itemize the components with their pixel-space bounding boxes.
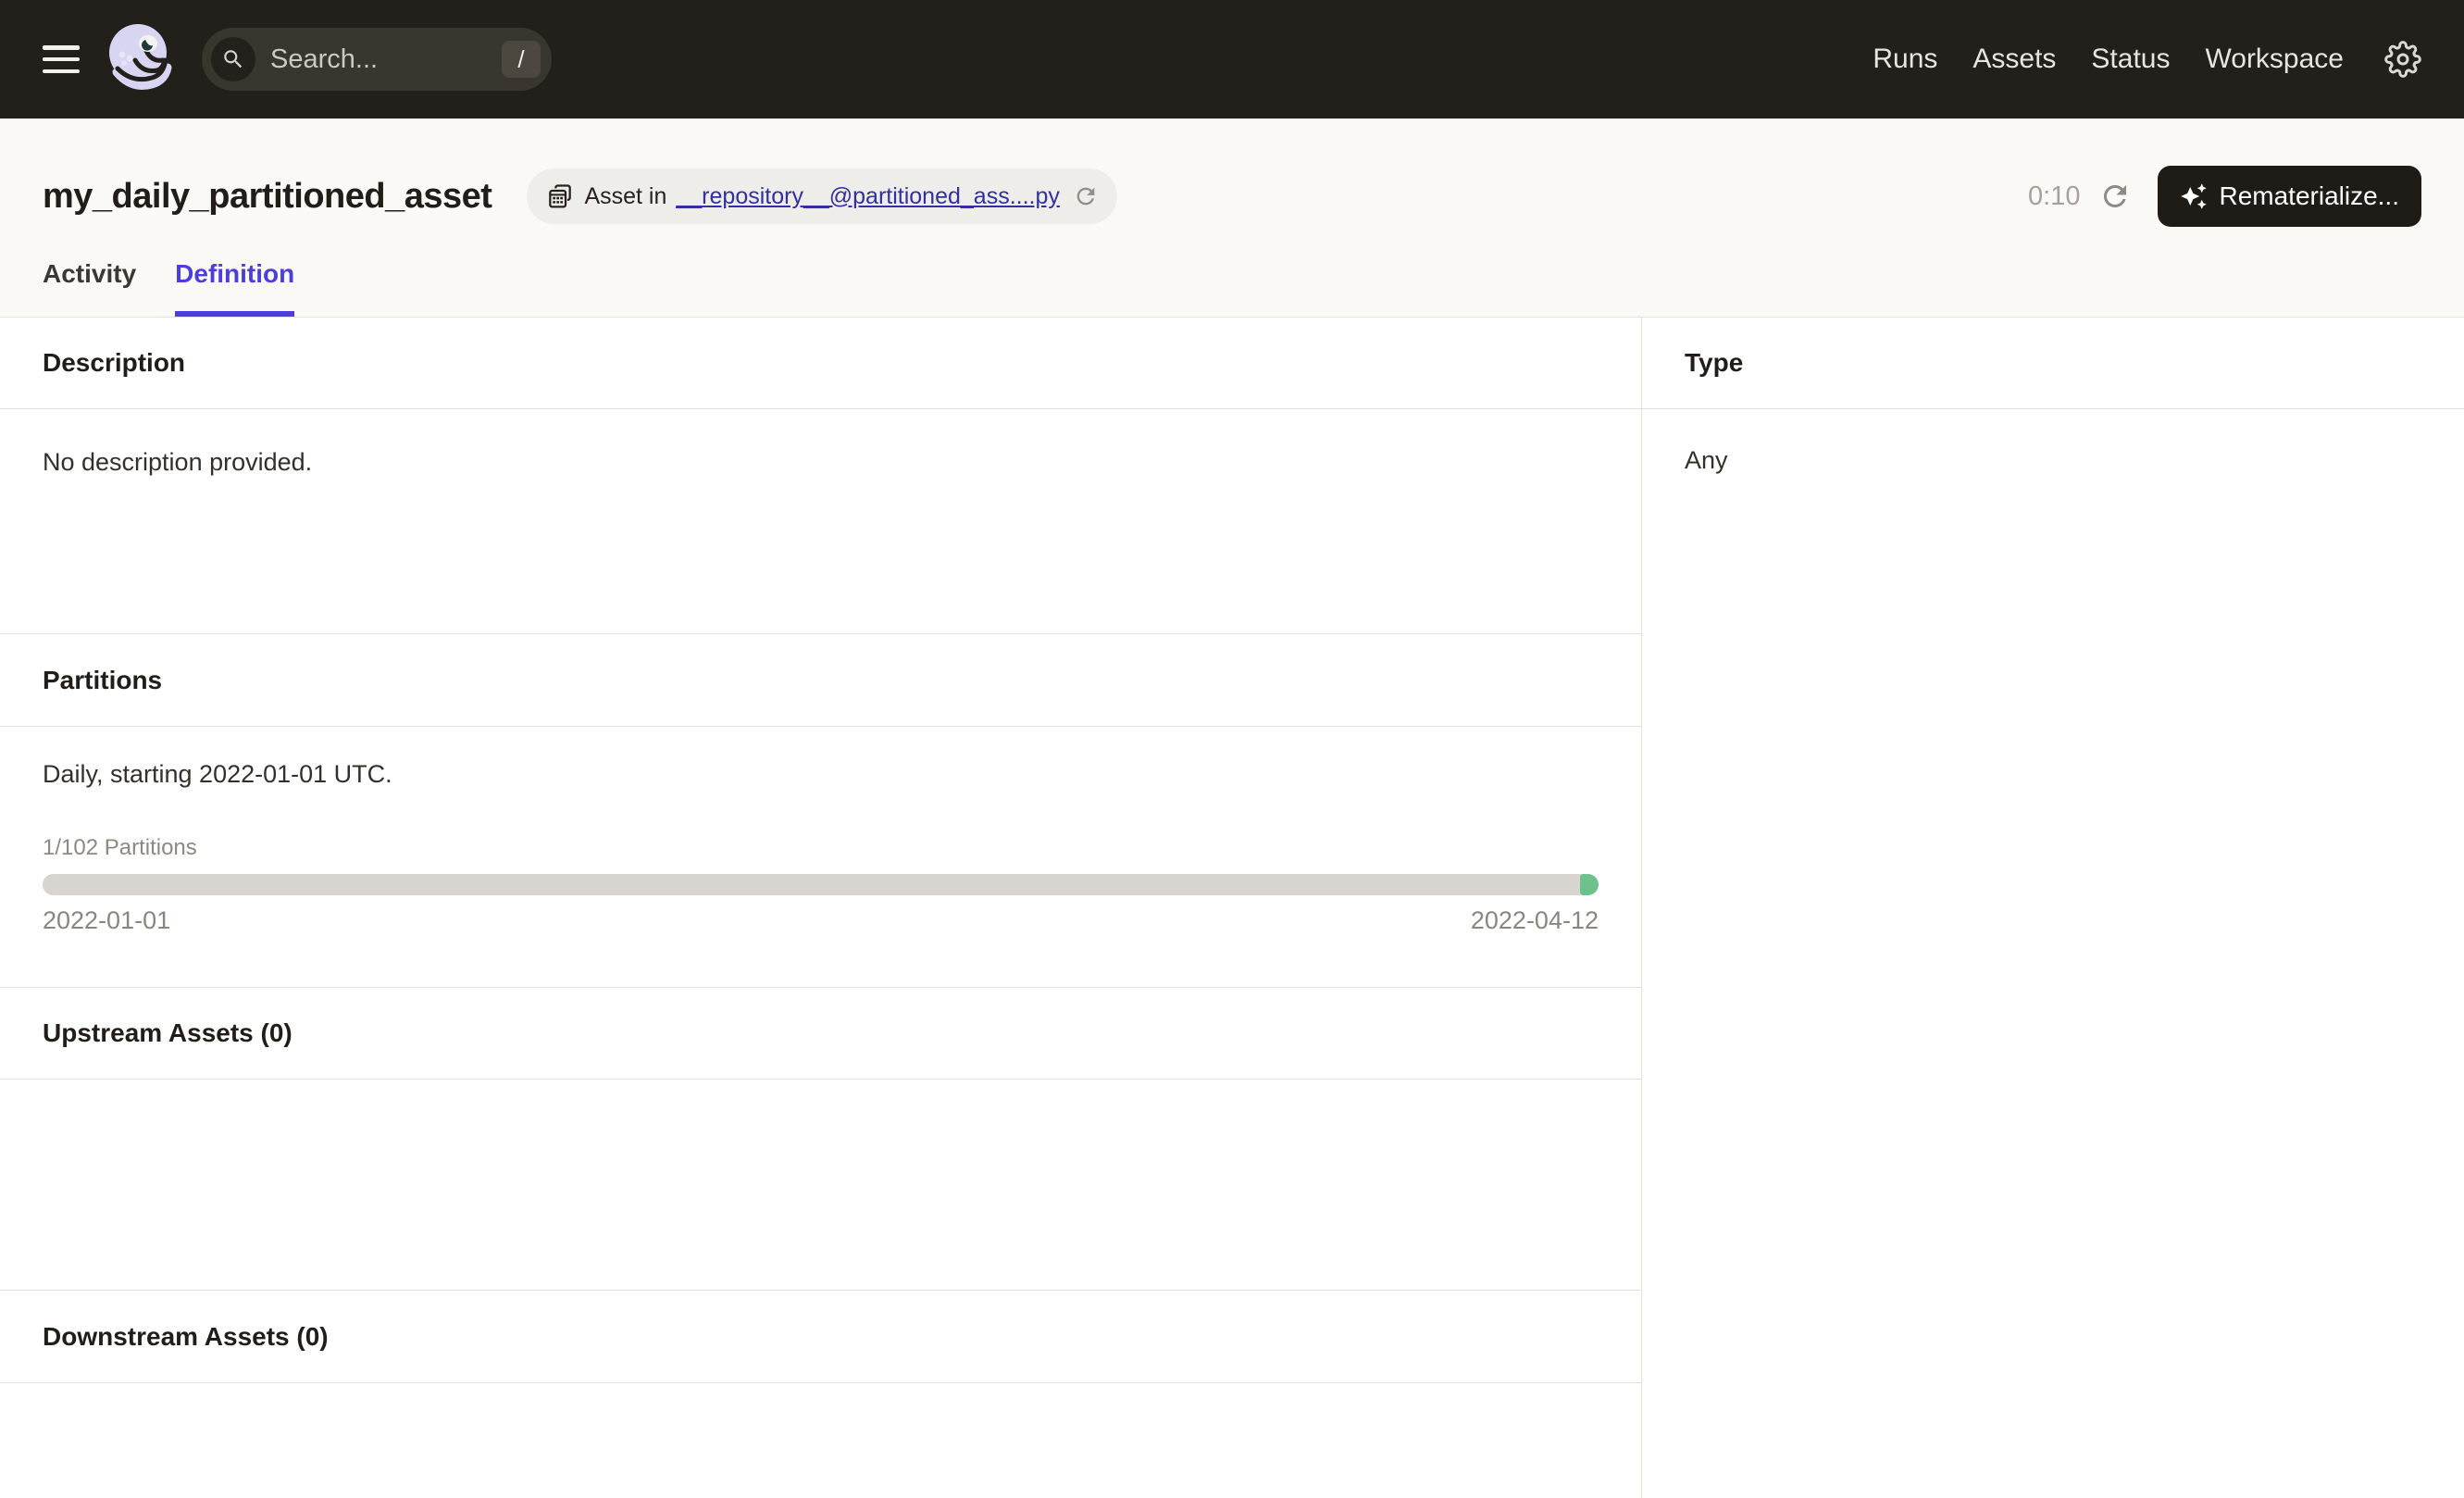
- sparkle-icon: [2180, 182, 2208, 210]
- partition-date-range: 2022-01-01 2022-04-12: [43, 906, 1599, 935]
- partition-schedule-text: Daily, starting 2022-01-01 UTC.: [43, 760, 1599, 789]
- partition-health-bar[interactable]: [43, 874, 1599, 895]
- rematerialize-button[interactable]: Rematerialize...: [2158, 166, 2421, 227]
- right-column: Type Any: [1642, 318, 2464, 1498]
- tab-bar: Activity Definition: [43, 259, 2421, 317]
- upstream-assets-section-header: Upstream Assets (0): [0, 988, 1641, 1080]
- partition-start-date: 2022-01-01: [43, 906, 170, 935]
- reload-repository-icon[interactable]: [1073, 183, 1099, 209]
- definition-content: Description No description provided. Par…: [0, 318, 2464, 1498]
- repository-icon: [545, 181, 575, 211]
- description-section-body: No description provided.: [0, 409, 1641, 634]
- asset-page-header: my_daily_partitioned_asset: [0, 119, 2464, 318]
- refresh-icon[interactable]: [2098, 180, 2132, 213]
- partition-progress-fill: [1580, 874, 1599, 895]
- upstream-assets-empty-body: [0, 1080, 1641, 1291]
- settings-gear-icon[interactable]: [2384, 41, 2421, 78]
- search-input[interactable]: Search... /: [202, 28, 552, 91]
- partitions-section-body: Daily, starting 2022-01-01 UTC. 1/102 Pa…: [0, 727, 1641, 988]
- partition-count-label: 1/102 Partitions: [43, 835, 1599, 861]
- partitions-section-header: Partitions: [0, 634, 1641, 727]
- type-value: Any: [1685, 446, 2421, 475]
- app-root: Search... / Runs Assets Status Workspace…: [0, 0, 2464, 1498]
- nav-item-runs[interactable]: Runs: [1873, 44, 1937, 75]
- rematerialize-label: Rematerialize...: [2219, 181, 2399, 211]
- downstream-assets-section-header: Downstream Assets (0): [0, 1291, 1641, 1383]
- title-row: my_daily_partitioned_asset: [43, 157, 2421, 235]
- nav-item-assets[interactable]: Assets: [1972, 44, 2056, 75]
- tab-definition[interactable]: Definition: [175, 259, 294, 317]
- hamburger-icon: [43, 45, 80, 50]
- search-icon: [211, 37, 255, 81]
- downstream-assets-empty-body: [0, 1383, 1641, 1498]
- repository-link[interactable]: __repository__@partitioned_ass....py: [676, 183, 1060, 210]
- tab-activity[interactable]: Activity: [43, 259, 136, 317]
- asset-tag-prefix: Asset in: [584, 183, 666, 210]
- description-text: No description provided.: [43, 448, 1599, 477]
- search-shortcut-badge: /: [502, 41, 541, 78]
- page-title: my_daily_partitioned_asset: [43, 177, 492, 217]
- dagster-octopus-logo[interactable]: [104, 19, 178, 99]
- nav-item-workspace[interactable]: Workspace: [2205, 44, 2344, 75]
- search-placeholder: Search...: [270, 44, 378, 75]
- top-nav-links: Runs Assets Status Workspace: [1873, 44, 2344, 75]
- asset-origin-tag: Asset in __repository__@partitioned_ass.…: [527, 169, 1116, 224]
- hamburger-menu-button[interactable]: [43, 45, 80, 73]
- left-column: Description No description provided. Par…: [0, 318, 1642, 1498]
- partition-end-date: 2022-04-12: [1471, 906, 1599, 935]
- top-nav-bar: Search... / Runs Assets Status Workspace: [0, 0, 2464, 119]
- refresh-countdown: 0:10: [2028, 181, 2080, 212]
- nav-item-status[interactable]: Status: [2091, 44, 2170, 75]
- type-section-body: Any: [1642, 409, 2464, 514]
- type-section-header: Type: [1642, 318, 2464, 409]
- description-section-header: Description: [0, 318, 1641, 409]
